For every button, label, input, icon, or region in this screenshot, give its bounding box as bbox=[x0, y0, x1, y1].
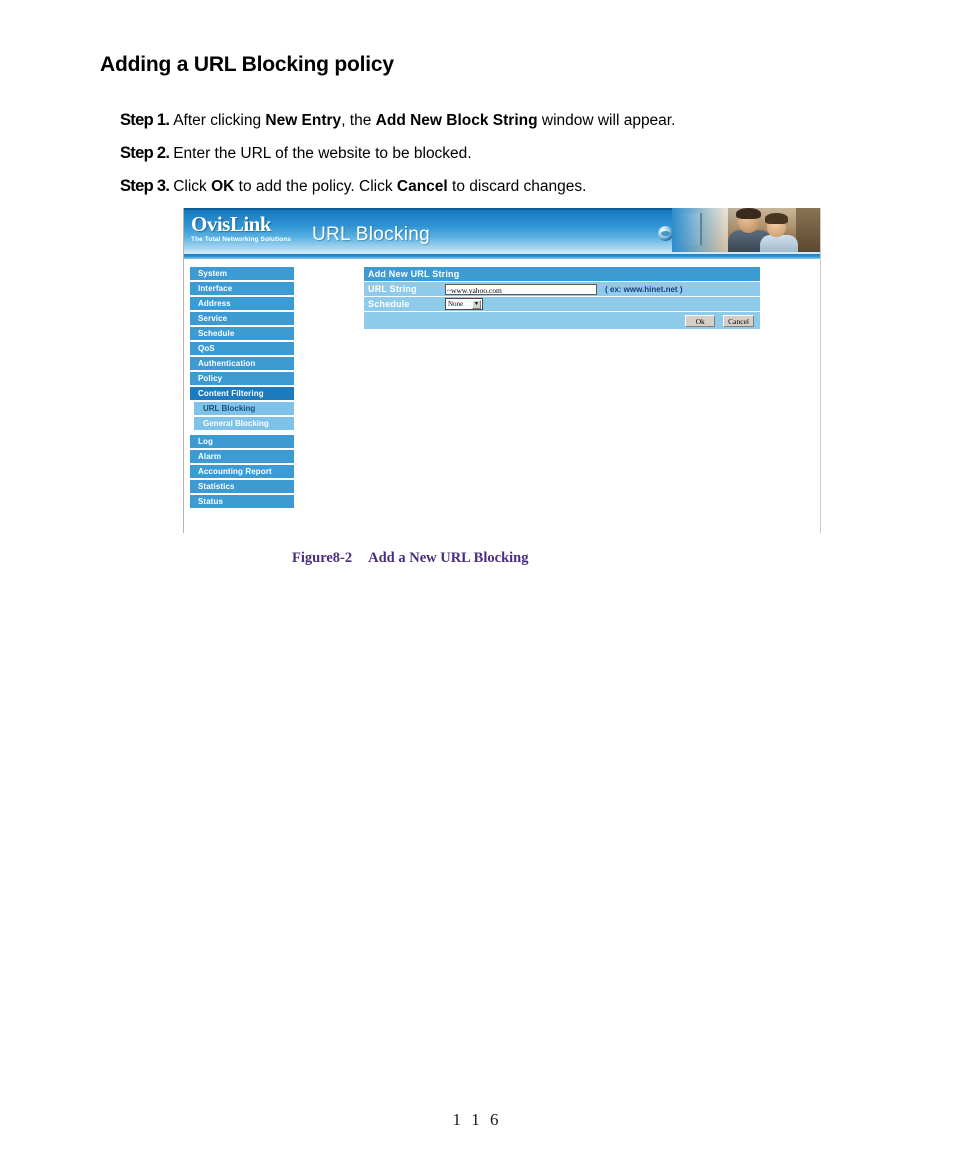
sidebar-item-label: Policy bbox=[198, 374, 223, 383]
sidebar-item-label: QoS bbox=[198, 344, 215, 353]
schedule-select-value: None bbox=[448, 300, 464, 308]
add-url-string-panel: Add New URL String URL String ~www.yahoo… bbox=[364, 267, 760, 329]
step-label: Step 1. bbox=[120, 111, 170, 129]
globe-icon[interactable] bbox=[658, 226, 673, 242]
url-string-row: URL String ~www.yahoo.com ( ex: www.hine… bbox=[364, 282, 760, 296]
sidebar-item-label: Content Filtering bbox=[198, 389, 264, 398]
sidebar-item-label: Status bbox=[198, 497, 224, 506]
url-string-input[interactable]: ~www.yahoo.com bbox=[445, 283, 597, 295]
sidebar-item-service[interactable]: Service bbox=[190, 312, 294, 325]
sidebar-item-status[interactable]: Status bbox=[190, 495, 294, 508]
figure-caption: Figure8-2 Add a New URL Blocking bbox=[292, 550, 528, 567]
step-emphasis: New Entry bbox=[265, 112, 342, 129]
steps-list: Step 1. After clicking New Entry, the Add… bbox=[120, 104, 880, 203]
sidebar-item-accounting-report[interactable]: Accounting Report bbox=[190, 465, 294, 478]
step-label: Step 2. bbox=[120, 144, 170, 162]
embedded-ui-screenshot: OvisLink The Total Networking Solutions … bbox=[183, 208, 821, 533]
sidebar-item-policy[interactable]: Policy bbox=[190, 372, 294, 385]
banner-photo bbox=[672, 208, 820, 252]
sidebar-item-system[interactable]: System bbox=[190, 267, 294, 280]
sidebar-item-label: Statistics bbox=[198, 482, 235, 491]
step-text: Click bbox=[173, 178, 212, 195]
sidebar-item-log[interactable]: Log bbox=[190, 435, 294, 448]
sidebar-item-label: Address bbox=[198, 299, 231, 308]
url-string-value-cell: ~www.yahoo.com ( ex: www.hinet.net ) bbox=[442, 282, 760, 296]
sidebar-item-label: Accounting Report bbox=[198, 467, 272, 476]
schedule-label: Schedule bbox=[364, 297, 442, 311]
sidebar-item-general-blocking[interactable]: General Blocking bbox=[194, 417, 294, 430]
url-string-label: URL String bbox=[364, 282, 442, 296]
sidebar-item-label: System bbox=[198, 269, 228, 278]
app-banner: OvisLink The Total Networking Solutions … bbox=[184, 208, 820, 254]
step-line: Step 3. Click OK to add the policy. Click… bbox=[120, 170, 880, 203]
cancel-button[interactable]: Cancel bbox=[723, 314, 754, 327]
step-text: , the bbox=[341, 112, 376, 129]
sidebar-nav: System Interface Address Service Schedule QoS… bbox=[190, 267, 294, 510]
sidebar-item-authentication[interactable]: Authentication bbox=[190, 357, 294, 370]
sidebar-item-label: Alarm bbox=[198, 452, 222, 461]
step-text: window will appear. bbox=[537, 112, 676, 129]
panel-title: Add New URL String bbox=[364, 267, 760, 281]
step-emphasis: Add New Block String bbox=[375, 112, 538, 129]
page-title: Adding a URL Blocking policy bbox=[100, 53, 394, 76]
sidebar-item-label: Interface bbox=[198, 284, 233, 293]
brand-logo: OvisLink The Total Networking Solutions bbox=[191, 213, 313, 243]
figure-number: Figure8-2 bbox=[292, 550, 353, 566]
url-string-hint: ( ex: www.hinet.net ) bbox=[605, 284, 683, 294]
ok-button[interactable]: Ok bbox=[685, 314, 716, 327]
sidebar-item-label: Authentication bbox=[198, 359, 256, 368]
sidebar-item-content-filtering[interactable]: Content Filtering bbox=[190, 387, 294, 400]
form-actions: Ok Cancel bbox=[364, 312, 760, 329]
chevron-down-icon[interactable]: ▼ bbox=[472, 300, 481, 309]
banner-title: URL Blocking bbox=[312, 224, 430, 245]
sidebar-item-label: Schedule bbox=[198, 329, 235, 338]
schedule-value-cell: None ▼ bbox=[442, 297, 760, 311]
sidebar-item-statistics[interactable]: Statistics bbox=[190, 480, 294, 493]
step-text: to add the policy. Click bbox=[234, 178, 397, 195]
sidebar-item-label: URL Blocking bbox=[203, 404, 256, 413]
step-text: to discard changes. bbox=[447, 178, 587, 195]
step-text: After clicking bbox=[173, 112, 266, 129]
sidebar-item-label: General Blocking bbox=[203, 419, 269, 428]
sidebar-item-url-blocking[interactable]: URL Blocking bbox=[194, 402, 294, 415]
sidebar-item-label: Log bbox=[198, 437, 213, 446]
sidebar-item-alarm[interactable]: Alarm bbox=[190, 450, 294, 463]
sidebar-item-qos[interactable]: QoS bbox=[190, 342, 294, 355]
step-text: Enter the URL of the website to be block… bbox=[173, 145, 472, 162]
step-line: Step 2. Enter the URL of the website to b… bbox=[120, 137, 880, 170]
sidebar-item-address[interactable]: Address bbox=[190, 297, 294, 310]
ui-body: System Interface Address Service Schedule QoS… bbox=[184, 261, 820, 533]
schedule-row: Schedule None ▼ bbox=[364, 297, 760, 311]
photo-fade-overlay bbox=[672, 208, 820, 252]
step-emphasis: Cancel bbox=[396, 178, 448, 195]
sidebar-item-schedule[interactable]: Schedule bbox=[190, 327, 294, 340]
sidebar-item-interface[interactable]: Interface bbox=[190, 282, 294, 295]
schedule-select[interactable]: None ▼ bbox=[445, 298, 483, 310]
step-label: Step 3. bbox=[120, 177, 170, 195]
sidebar-item-label: Service bbox=[198, 314, 228, 323]
page-number: 1 1 6 bbox=[452, 1110, 502, 1129]
brand-name: OvisLink bbox=[191, 212, 272, 236]
brand-tagline: The Total Networking Solutions bbox=[191, 236, 292, 243]
step-emphasis: OK bbox=[211, 178, 235, 195]
figure-title: Add a New URL Blocking bbox=[368, 550, 529, 566]
step-line: Step 1. After clicking New Entry, the Add… bbox=[120, 104, 880, 137]
